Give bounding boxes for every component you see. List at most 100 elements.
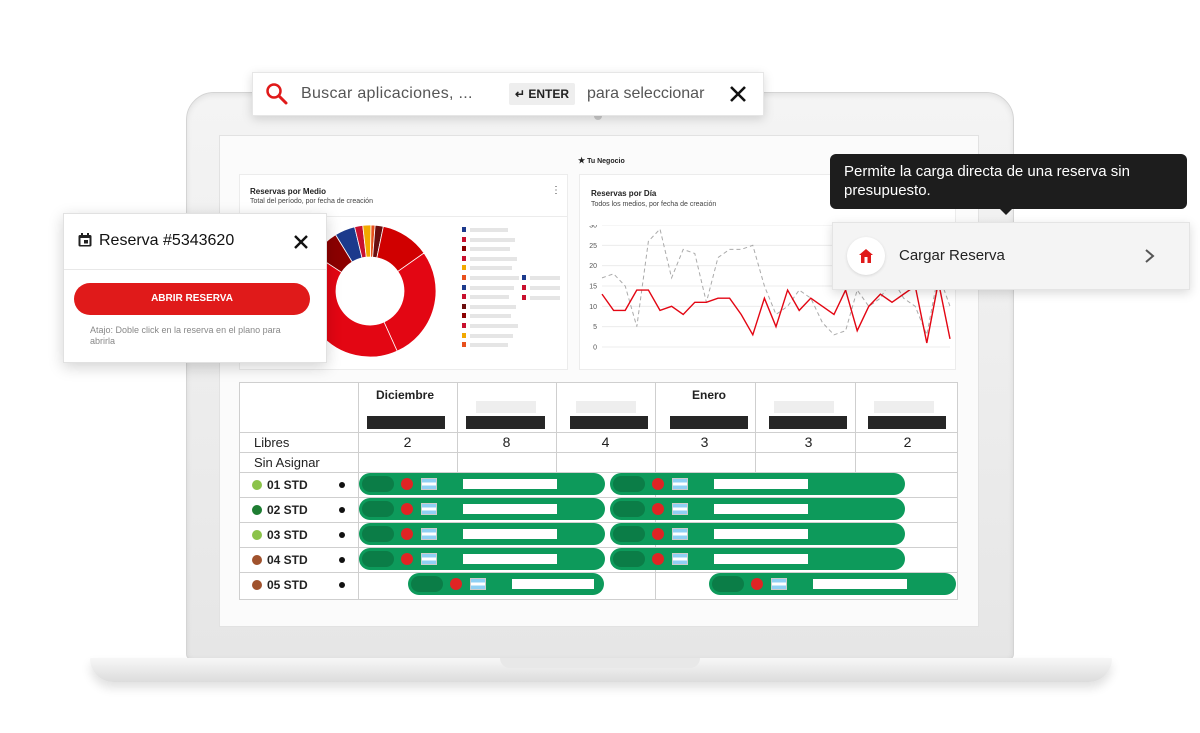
legend-item: [462, 323, 522, 329]
home-icon: [859, 249, 873, 263]
guest-name-placeholder: [512, 579, 594, 589]
month-diciembre: Diciembre: [376, 388, 435, 402]
reserva-title: Reserva #5343620: [99, 232, 235, 249]
booking-status-pill: [362, 526, 394, 542]
guest-name-placeholder: [463, 529, 557, 539]
card-title: Reservas por Día: [591, 189, 657, 198]
room-label[interactable]: 05 STD: [250, 578, 350, 592]
search-input[interactable]: Buscar aplicaciones, ...: [301, 85, 473, 103]
guest-name-placeholder: [714, 529, 808, 539]
y-tick-label: 10: [589, 304, 597, 311]
guest-name-placeholder: [813, 579, 907, 589]
shortcut-hint: Atajo: Doble click en la reserva en el p…: [90, 325, 281, 346]
enter-key-hint: ↵ ENTER: [509, 83, 575, 105]
room-label[interactable]: 01 STD: [250, 478, 350, 492]
guest-name-placeholder: [714, 504, 808, 514]
booking-status-pill: [613, 526, 645, 542]
argentina-flag-icon: [672, 478, 688, 490]
argentina-flag-icon: [672, 503, 688, 515]
room-label[interactable]: 04 STD: [250, 553, 350, 567]
y-tick-label: 30: [589, 225, 597, 230]
room-name: 02 STD: [267, 503, 308, 517]
home-icon-circle: [847, 237, 885, 275]
app-search-bar[interactable]: Buscar aplicaciones, ... ↵ ENTER para se…: [252, 72, 764, 116]
card-title: Reservas por Medio: [250, 187, 327, 196]
room-name: 05 STD: [267, 578, 308, 592]
alert-dot: [401, 528, 413, 540]
reservation-bar[interactable]: [610, 523, 905, 545]
donut-legend-secondary: [522, 275, 567, 315]
reservation-bar[interactable]: [610, 548, 905, 570]
cargar-reserva-item[interactable]: Cargar Reserva: [832, 222, 1190, 290]
reservation-bar[interactable]: [359, 498, 605, 520]
booking-status-pill: [613, 476, 645, 492]
booking-status-pill: [613, 501, 645, 517]
abrir-reserva-button[interactable]: ABRIR RESERVA: [74, 283, 310, 315]
sin-asignar-label: Sin Asignar: [254, 455, 320, 470]
libres-value: 2: [903, 434, 912, 450]
room-label[interactable]: 02 STD: [250, 503, 350, 517]
libres-value: 3: [700, 434, 709, 450]
tooltip: Permite la carga directa de una reserva …: [830, 154, 1187, 209]
room-name: 04 STD: [267, 553, 308, 567]
close-icon[interactable]: [294, 235, 308, 249]
legend-item: [462, 275, 522, 281]
legend-item: [462, 246, 522, 252]
libres-value: 2: [403, 434, 412, 450]
select-hint: para seleccionar: [587, 85, 705, 102]
y-tick-label: 0: [593, 345, 597, 352]
y-tick-label: 5: [593, 324, 597, 331]
laptop-notch: [500, 658, 700, 668]
room-dot-icon: [339, 582, 345, 588]
room-dot-icon: [339, 482, 345, 488]
libres-label: Libres: [254, 435, 290, 450]
libres-value: 4: [601, 434, 610, 450]
room-status-dot: [252, 505, 262, 515]
return-icon: ↵: [514, 87, 526, 101]
argentina-flag-icon: [470, 578, 486, 590]
cargar-reserva-label: Cargar Reserva: [899, 247, 1005, 264]
month-enero: Enero: [692, 388, 727, 402]
alert-dot: [652, 478, 664, 490]
legend-item: [462, 284, 522, 291]
reservation-bar[interactable]: [359, 548, 605, 570]
reservation-bar[interactable]: [610, 473, 905, 495]
room-status-dot: [252, 555, 262, 565]
alert-dot: [450, 578, 462, 590]
reservation-bar[interactable]: [610, 498, 905, 520]
libres-value: 3: [804, 434, 813, 450]
alert-dot: [652, 503, 664, 515]
y-tick-label: 25: [589, 243, 597, 250]
booking-status-pill: [362, 551, 394, 567]
room-name: 01 STD: [267, 478, 308, 492]
room-dot-icon: [339, 507, 345, 513]
argentina-flag-icon: [421, 503, 437, 515]
guest-name-placeholder: [463, 504, 557, 514]
chevron-right-icon: [1145, 249, 1155, 263]
argentina-flag-icon: [421, 528, 437, 540]
legend-item: [462, 313, 522, 319]
room-label[interactable]: 03 STD: [250, 528, 350, 542]
booking-status-pill: [362, 501, 394, 517]
legend-item: [462, 265, 522, 271]
more-icon[interactable]: ⋮: [551, 185, 561, 196]
guest-name-placeholder: [463, 554, 557, 564]
reservation-bar[interactable]: [709, 573, 956, 595]
reservation-bar[interactable]: [359, 473, 605, 495]
booking-status-pill: [712, 576, 744, 592]
reservation-bar[interactable]: [359, 523, 605, 545]
legend-item: [462, 227, 522, 233]
reservation-bar[interactable]: [408, 573, 604, 595]
booking-status-pill: [613, 551, 645, 567]
libres-value: 8: [502, 434, 511, 450]
search-icon: [266, 83, 288, 105]
alert-dot: [751, 578, 763, 590]
booking-status-pill: [411, 576, 443, 592]
argentina-flag-icon: [672, 528, 688, 540]
popup-divider: [64, 269, 326, 270]
donut-slice: [383, 252, 437, 352]
alert-dot: [401, 478, 413, 490]
legend-item: [522, 285, 567, 291]
close-icon[interactable]: [729, 85, 747, 103]
legend-item: [462, 236, 522, 243]
